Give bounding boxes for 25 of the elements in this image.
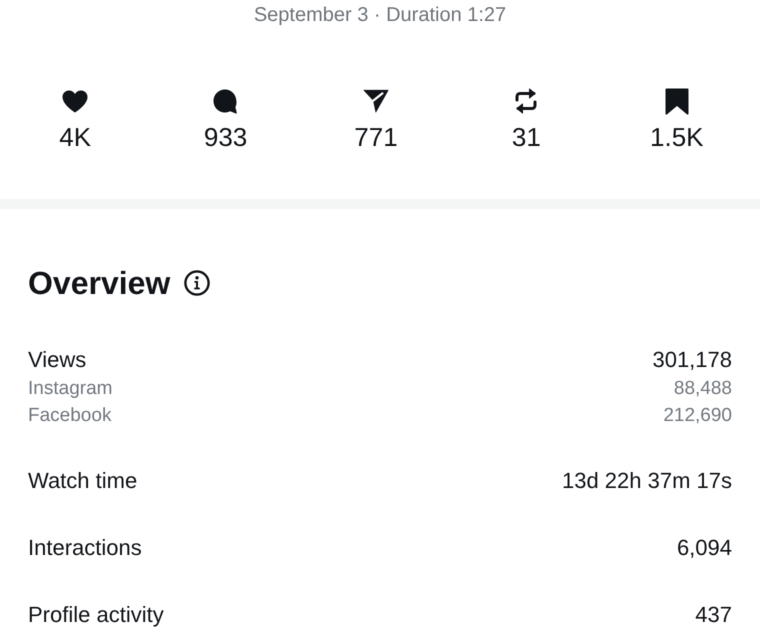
stat-count: 771 (354, 122, 398, 152)
stat-count: 31 (512, 122, 541, 152)
source-value: 212,690 (663, 404, 732, 428)
metric-label: Views (28, 346, 86, 374)
source-value: 88,488 (674, 377, 732, 401)
stat-count: 933 (204, 122, 248, 152)
source-label: Instagram (28, 377, 112, 401)
speech-bubble-icon (213, 88, 238, 114)
metric-label: Interactions (28, 534, 142, 562)
heart-icon (62, 90, 88, 112)
metric-value: 437 (695, 601, 732, 629)
stat-count: 1.5K (650, 122, 704, 152)
metric-value: 13d 22h 37m 17s (562, 467, 732, 495)
source-label: Facebook (28, 404, 112, 428)
metric-value: 6,094 (676, 534, 732, 562)
metric-label: Watch time (28, 467, 138, 495)
info-icon[interactable] (184, 270, 210, 296)
overview-heading: Overview (28, 264, 170, 303)
repeat-arrows-icon (514, 88, 538, 114)
metric-value: 301,178 (652, 346, 732, 374)
stat-count: 4K (59, 122, 92, 152)
bookmark-icon (664, 88, 689, 114)
paper-plane-icon (362, 89, 389, 113)
date-duration-subtitle: September 3 · Duration 1:27 (254, 3, 506, 27)
metric-label: Profile activity (28, 601, 164, 629)
